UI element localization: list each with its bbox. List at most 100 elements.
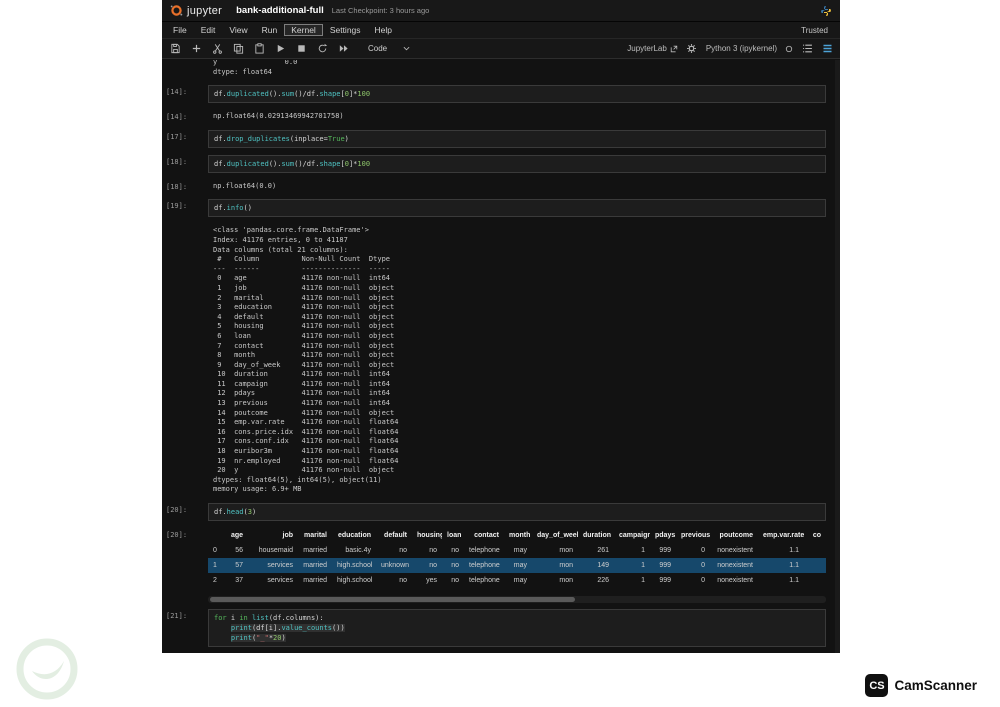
code-token: duplicated <box>226 159 269 168</box>
table-cell: 261 <box>597 547 609 554</box>
vertical-scrollbar[interactable] <box>835 60 840 653</box>
menu-settings[interactable]: Settings <box>323 24 368 36</box>
gear-icon[interactable] <box>686 43 698 55</box>
code-input[interactable]: df.duplicated().sum()/df.shape[0]*100 <box>208 154 826 173</box>
code-token: df. <box>306 159 320 168</box>
menu-edit[interactable]: Edit <box>194 24 223 36</box>
execution-count: [18]: <box>166 157 188 166</box>
scanner-watermark-logo <box>16 638 78 700</box>
table-cell: 1 <box>641 577 645 584</box>
code-token: print <box>230 634 252 642</box>
code-cell: [19]: df.info() <box>162 199 835 218</box>
code-line: df.head(3) <box>214 507 820 517</box>
table-cell: 57 <box>235 562 243 569</box>
column-header: contact <box>474 532 499 539</box>
table-row[interactable]: 1 57 services married high.school unknown no no… <box>208 558 826 573</box>
code-token: df. <box>214 159 227 168</box>
code-token: ()/ <box>294 90 307 99</box>
trusted-badge: Trusted <box>801 25 828 35</box>
table-cell: 226 <box>597 577 609 584</box>
code-token: True <box>327 134 345 143</box>
table-cell: no <box>451 562 459 569</box>
code-token: ) <box>344 134 349 143</box>
horizontal-scrollbar[interactable] <box>208 596 826 603</box>
menu-kernel[interactable]: Kernel <box>284 24 323 36</box>
table-cell: 56 <box>235 547 243 554</box>
table-cell: 1.1 <box>789 562 799 569</box>
table-row[interactable]: 0 56 housemaid married basic.4y no no no telepho… <box>208 543 826 558</box>
brand-name: jupyter <box>187 4 223 17</box>
run-icon[interactable] <box>274 43 286 55</box>
code-line: df.info() <box>214 203 820 213</box>
kernel-name[interactable]: Python 3 (ipykernel) <box>706 44 777 53</box>
table-cell: may <box>513 562 527 569</box>
paste-icon[interactable] <box>253 43 265 55</box>
table-cell: 0 <box>213 547 217 554</box>
code-cell: [21]: for i in list(df.columns): print(df… <box>162 609 835 647</box>
code-token: sum <box>281 90 295 99</box>
cut-icon[interactable] <box>211 43 223 55</box>
column-header: pdays <box>655 532 676 539</box>
camscanner-label: CamScanner <box>894 678 977 693</box>
code-token: df. <box>306 90 320 99</box>
table-of-contents-icon[interactable] <box>801 43 813 55</box>
menu-run[interactable]: Run <box>255 24 285 36</box>
restart-run-all-icon[interactable] <box>337 43 349 55</box>
code-token: drop_duplicates <box>226 134 290 143</box>
code-input[interactable]: df.head(3) <box>208 503 826 521</box>
code-token: df. <box>214 90 227 99</box>
restart-kernel-icon[interactable] <box>316 43 328 55</box>
python-badge-icon <box>821 5 831 16</box>
copy-icon[interactable] <box>232 43 244 55</box>
table-row[interactable]: 2 37 services married high.school no yes no tele… <box>208 573 826 588</box>
open-in-jupyterlab-link[interactable]: JupyterLab <box>627 44 678 53</box>
code-line: df.duplicated().sum()/df.shape[0]*100 <box>214 89 820 99</box>
code-input[interactable]: df.duplicated().sum()/df.shape[0]*100 <box>208 85 826 104</box>
code-token: in <box>239 614 248 622</box>
hamburger-menu-icon[interactable] <box>821 43 833 55</box>
code-cell: [14]: df.duplicated().sum()/df.shape[0]*1… <box>162 85 835 104</box>
table-cell: high.school <box>337 562 373 569</box>
table-cell: nonexistent <box>717 562 753 569</box>
jupyter-notebook-window: jupyter bank-additional-full Last Checkp… <box>162 0 840 653</box>
code-token: duplicated <box>226 90 269 99</box>
execution-count: [14]: <box>166 113 188 122</box>
menu-file[interactable]: File <box>166 24 194 36</box>
table-cell: 0 <box>701 547 705 554</box>
jupyter-brand[interactable]: jupyter <box>170 4 222 17</box>
jupyter-logo-icon <box>170 5 183 16</box>
code-cell: [20]: df.head(3) <box>162 503 835 521</box>
table-cell: unknown <box>381 562 410 569</box>
jupyterlab-label: JupyterLab <box>627 44 667 53</box>
menu-help[interactable]: Help <box>368 24 399 36</box>
cell-type-value: Code <box>368 44 388 53</box>
scrollbar-thumb[interactable] <box>210 597 575 602</box>
execution-count: [19]: <box>166 202 188 211</box>
table-cell: nonexistent <box>717 547 753 554</box>
cell-type-dropdown[interactable]: Code <box>368 44 410 53</box>
interrupt-kernel-icon[interactable] <box>295 43 307 55</box>
table-cell: 1.1 <box>789 547 799 554</box>
code-token: df. <box>214 204 227 213</box>
code-token: value_counts <box>281 624 333 632</box>
column-header: co <box>812 532 821 539</box>
table-cell: 37 <box>235 577 243 584</box>
column-header: default <box>384 532 407 539</box>
table-cell: no <box>399 547 407 554</box>
code-input[interactable]: df.info() <box>208 199 826 218</box>
column-header: poutcome <box>719 532 753 539</box>
code-line: print(df[i].value_counts()) <box>214 623 820 633</box>
notebook-title[interactable]: bank-additional-full <box>236 5 324 16</box>
insert-cell-below-icon[interactable] <box>190 43 202 55</box>
notebook-cells: y 0.0 dtype: float64 [14]: df.duplicated()… <box>162 60 835 653</box>
output-text: <class 'pandas.core.frame.DataFrame'> In… <box>213 226 399 494</box>
column-header: emp.var.rate <box>763 532 804 539</box>
code-input[interactable]: df.drop_duplicates(inplace=True) <box>208 129 826 148</box>
column-header: marital <box>304 532 327 539</box>
save-icon[interactable] <box>169 43 181 55</box>
menu-view[interactable]: View <box>222 24 254 36</box>
chevron-down-icon <box>403 46 410 51</box>
code-input[interactable]: for i in list(df.columns): print(df[i].v… <box>208 609 826 647</box>
table-cell: yes <box>426 577 437 584</box>
cell-main: df.duplicated().sum()/df.shape[0]*100 <box>208 85 826 104</box>
